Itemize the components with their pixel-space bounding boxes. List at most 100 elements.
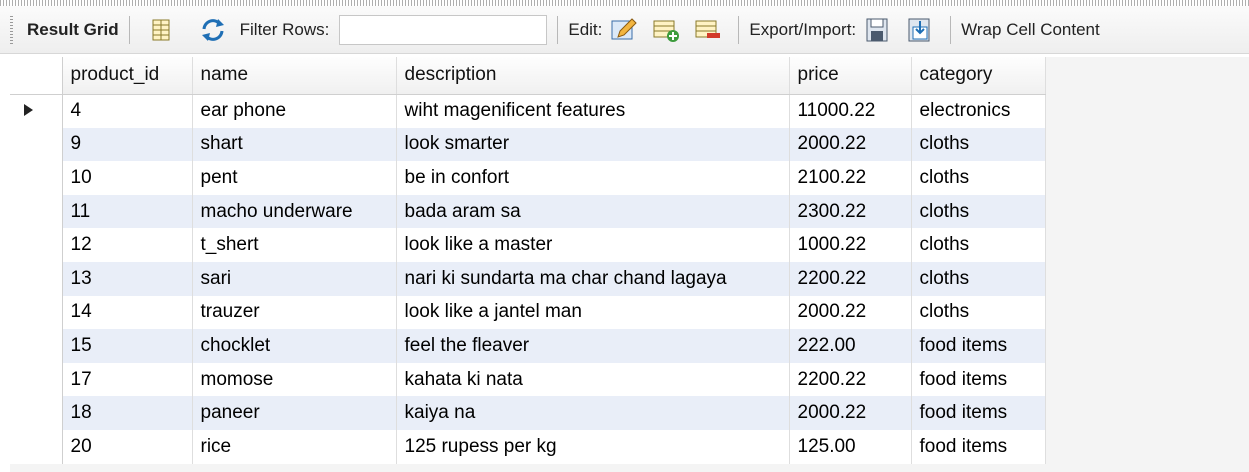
cell-name[interactable]: rice	[192, 429, 397, 464]
cell-price[interactable]: 222.00	[789, 329, 912, 363]
cell-product-id[interactable]: 11	[62, 194, 193, 229]
import-icon[interactable]	[904, 15, 934, 45]
cell-price[interactable]: 2000.22	[789, 295, 912, 330]
cell-price[interactable]: 11000.22	[789, 94, 912, 128]
cell-name[interactable]: shart	[192, 127, 397, 162]
cell-name[interactable]: t_shert	[192, 228, 397, 262]
cell-category[interactable]: cloths	[911, 261, 1046, 296]
cell-name[interactable]: momose	[192, 362, 397, 397]
column-header-description[interactable]: description	[396, 57, 790, 95]
toolbar-separator	[738, 15, 740, 44]
table-row[interactable]: 9 shart look smarter 2000.22 cloths	[10, 127, 1046, 162]
row-indicator[interactable]	[10, 295, 63, 330]
result-toolbar: Result Grid Filter Rows: Edit: Export/Im…	[0, 6, 1249, 54]
cell-name[interactable]: sari	[192, 261, 397, 296]
cell-name[interactable]: paneer	[192, 396, 397, 430]
row-indicator[interactable]	[10, 127, 63, 162]
cell-category[interactable]: cloths	[911, 127, 1046, 162]
column-header-product-id[interactable]: product_id	[62, 57, 193, 95]
cell-price[interactable]: 2000.22	[789, 127, 912, 162]
row-indicator-header	[10, 57, 63, 95]
cell-name[interactable]: trauzer	[192, 295, 397, 330]
cell-description[interactable]: wiht magenificent features	[396, 94, 790, 128]
cell-description[interactable]: nari ki sundarta ma char chand lagaya	[396, 261, 790, 296]
cell-product-id[interactable]: 13	[62, 261, 193, 296]
cell-name[interactable]: chocklet	[192, 329, 397, 363]
cell-category[interactable]: food items	[911, 362, 1046, 397]
table-row[interactable]: 11 macho underware bada aram sa 2300.22 clot…	[10, 194, 1046, 229]
wrap-cell-content-label[interactable]: Wrap Cell Content	[961, 20, 1100, 40]
result-grid-tab[interactable]: Result Grid	[27, 20, 119, 40]
cell-category[interactable]: cloths	[911, 295, 1046, 330]
table-row[interactable]: 18 paneer kaiya na 2000.22 food items	[10, 396, 1046, 430]
delete-row-icon[interactable]	[692, 15, 722, 45]
cell-product-id[interactable]: 20	[62, 429, 193, 464]
cell-product-id[interactable]: 12	[62, 228, 193, 262]
row-indicator[interactable]	[10, 161, 63, 195]
column-header-price[interactable]: price	[789, 57, 912, 95]
current-row-arrow-icon	[24, 104, 33, 117]
row-indicator[interactable]	[10, 194, 63, 229]
row-indicator[interactable]	[10, 329, 63, 363]
cell-category[interactable]: electronics	[911, 94, 1046, 128]
toolbar-separator	[128, 15, 130, 44]
cell-category[interactable]: food items	[911, 396, 1046, 430]
cell-description[interactable]: kahata ki nata	[396, 362, 790, 397]
cell-description[interactable]: kaiya na	[396, 396, 790, 430]
cell-description[interactable]: be in confort	[396, 161, 790, 195]
table-row[interactable]: 14 trauzer look like a jantel man 2000.22 cl…	[10, 295, 1046, 330]
cell-description[interactable]: 125 rupess per kg	[396, 429, 790, 464]
result-grid[interactable]: product_id name description price catego…	[10, 57, 1249, 472]
cell-name[interactable]: macho underware	[192, 194, 397, 229]
cell-name[interactable]: pent	[192, 161, 397, 195]
cell-price[interactable]: 2200.22	[789, 261, 912, 296]
row-indicator[interactable]	[10, 429, 63, 464]
cell-category[interactable]: cloths	[911, 161, 1046, 195]
cell-product-id[interactable]: 4	[62, 94, 193, 128]
cell-description[interactable]: bada aram sa	[396, 194, 790, 229]
row-indicator[interactable]	[10, 362, 63, 397]
table-row[interactable]: 15 chocklet feel the fleaver 222.00 food ite…	[10, 329, 1046, 363]
cell-category[interactable]: food items	[911, 429, 1046, 464]
column-header-name[interactable]: name	[192, 57, 397, 95]
cell-price[interactable]: 2200.22	[789, 362, 912, 397]
table-row[interactable]: 4 ear phone wiht magenificent features 1100…	[10, 94, 1046, 128]
cell-description[interactable]: look like a jantel man	[396, 295, 790, 330]
cell-product-id[interactable]: 17	[62, 362, 193, 397]
refresh-icon[interactable]	[198, 15, 228, 45]
cell-description[interactable]: look like a master	[396, 228, 790, 262]
cell-description[interactable]: look smarter	[396, 127, 790, 162]
cell-product-id[interactable]: 10	[62, 161, 193, 195]
cell-product-id[interactable]: 18	[62, 396, 193, 430]
export-icon[interactable]	[862, 15, 892, 45]
cell-description[interactable]: feel the fleaver	[396, 329, 790, 363]
cell-price[interactable]: 2000.22	[789, 396, 912, 430]
table-row[interactable]: 13 sari nari ki sundarta ma char chand lag…	[10, 261, 1046, 296]
row-indicator[interactable]	[10, 396, 63, 430]
table-row[interactable]: 12 t_shert look like a master 1000.22 cloths	[10, 228, 1046, 262]
table-row[interactable]: 17 momose kahata ki nata 2200.22 food items	[10, 362, 1046, 397]
table-row[interactable]: 20 rice 125 rupess per kg 125.00 food items	[10, 429, 1046, 464]
form-editor-icon[interactable]	[146, 15, 176, 45]
cell-price[interactable]: 2300.22	[789, 194, 912, 229]
cell-product-id[interactable]: 9	[62, 127, 193, 162]
edit-cell-icon[interactable]	[608, 15, 638, 45]
cell-price[interactable]: 1000.22	[789, 228, 912, 262]
cell-category[interactable]: food items	[911, 329, 1046, 363]
cell-category[interactable]: cloths	[911, 194, 1046, 229]
row-indicator[interactable]	[10, 261, 63, 296]
filter-rows-input[interactable]	[339, 14, 548, 45]
cell-name[interactable]: ear phone	[192, 94, 397, 128]
row-indicator[interactable]	[10, 228, 63, 262]
cell-product-id[interactable]: 14	[62, 295, 193, 330]
row-indicator[interactable]	[10, 94, 63, 128]
column-header-category[interactable]: category	[911, 57, 1046, 95]
cell-product-id[interactable]: 15	[62, 329, 193, 363]
cell-category[interactable]: cloths	[911, 228, 1046, 262]
cell-price[interactable]: 2100.22	[789, 161, 912, 195]
add-row-icon[interactable]	[650, 15, 680, 45]
cell-price[interactable]: 125.00	[789, 429, 912, 464]
header-row: product_id name description price catego…	[10, 57, 1046, 95]
table-row[interactable]: 10 pent be in confort 2100.22 cloths	[10, 161, 1046, 195]
toolbar-grip[interactable]	[10, 15, 13, 44]
